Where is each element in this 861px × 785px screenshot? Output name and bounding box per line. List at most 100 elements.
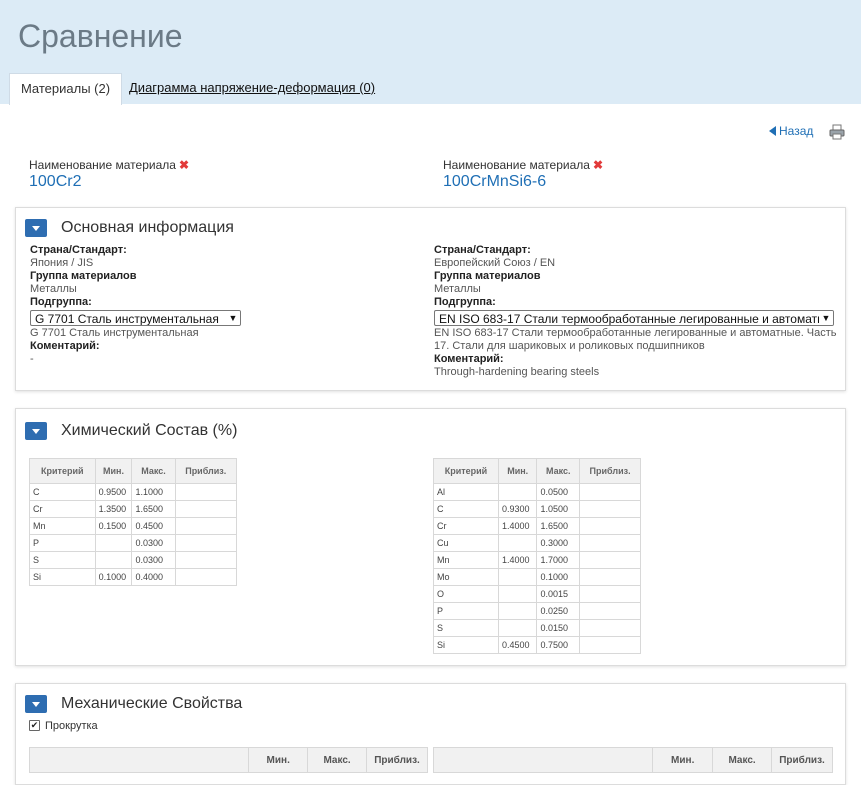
subgroup-value: EN ISO 683-17 Стали термообработанные ле…	[434, 327, 837, 339]
table-cell: 1.6500	[131, 500, 176, 518]
mech-table-2: Мин. Макс. Приблиз.	[432, 747, 833, 773]
table-row: Cu 0.3000	[433, 534, 641, 552]
print-icon[interactable]	[829, 124, 845, 140]
table-cell: 1.3500	[94, 500, 133, 518]
table-cell: 0.4500	[131, 517, 176, 535]
table-cell: Cr	[29, 500, 96, 518]
tab-materials[interactable]: Материалы (2)	[9, 73, 122, 105]
material-label-2: Наименование материала ✖	[443, 158, 603, 172]
table-cell: Si	[433, 636, 499, 654]
table-cell: 1.4000	[497, 517, 538, 535]
tab-diagram[interactable]: Диаграмма напряжение-деформация (0)	[129, 73, 375, 104]
table-cell: Al	[433, 483, 499, 501]
table-cell: 0.9500	[94, 483, 133, 501]
table-cell: 1.6500	[536, 517, 581, 535]
country-label: Страна/Стандарт:	[434, 244, 531, 256]
table-cell: 0.0300	[131, 551, 176, 569]
subgroup-value-cont: 17. Стали для шариковых и роликовых подш…	[434, 340, 705, 352]
table-cell: Si	[29, 568, 96, 586]
table-row: S 0.0150	[433, 619, 641, 637]
table-row: C 0.9500 1.1000	[29, 483, 237, 501]
col-header-approx: Приблиз.	[771, 747, 833, 773]
country-value: Европейский Союз / EN	[434, 257, 556, 269]
group-label: Группа материалов	[434, 270, 541, 282]
col-header-min: Мин.	[652, 747, 714, 773]
table-cell	[174, 483, 237, 501]
group-value: Металлы	[434, 283, 481, 295]
table-cell: Cu	[433, 534, 499, 552]
page-title: Сравнение	[18, 18, 183, 54]
table-cell	[94, 551, 133, 569]
table-cell: 0.9300	[497, 500, 538, 518]
table-cell: 0.4500	[497, 636, 538, 654]
collapse-chemical-icon[interactable]	[25, 422, 47, 440]
col-header-approx: Приблиз.	[366, 747, 428, 773]
group-label: Группа материалов	[30, 270, 137, 282]
col-header-criterion: Критерий	[433, 458, 499, 484]
table-row: Si 0.1000 0.4000	[29, 568, 237, 586]
remove-material-icon[interactable]: ✖	[179, 158, 189, 172]
col-header-max: Макс.	[131, 458, 176, 484]
col-header-max: Макс.	[712, 747, 773, 773]
table-cell: S	[433, 619, 499, 637]
table-row: Mn 1.4000 1.7000	[433, 551, 641, 569]
subgroup-select[interactable]: G 7701 Сталь инструментальная ▼	[30, 310, 241, 326]
table-cell	[579, 568, 641, 586]
table-cell: 0.0500	[536, 483, 581, 501]
col-header-blank	[28, 747, 250, 773]
subgroup-label: Подгруппа:	[434, 296, 496, 308]
table-cell	[497, 534, 538, 552]
group-value: Металлы	[30, 283, 77, 295]
table-cell: 0.1500	[94, 517, 133, 535]
collapse-basic-icon[interactable]	[25, 219, 47, 237]
collapse-mechanical-icon[interactable]	[25, 695, 47, 713]
subgroup-select[interactable]: EN ISO 683-17 Стали термообработанные ле…	[434, 310, 834, 326]
subgroup-selected: EN ISO 683-17 Стали термообработанные ле…	[439, 312, 834, 326]
table-cell	[94, 534, 133, 552]
table-cell: 1.7000	[536, 551, 581, 569]
table-cell: 0.1000	[94, 568, 133, 586]
table-cell	[497, 619, 538, 637]
table-cell: 1.0500	[536, 500, 581, 518]
table-cell	[579, 551, 641, 569]
table-cell	[579, 636, 641, 654]
scroll-checkbox[interactable]: ✔	[29, 720, 40, 731]
subgroup-value: G 7701 Сталь инструментальная	[30, 327, 199, 339]
country-value: Япония / JIS	[30, 257, 94, 269]
table-row: Cr 1.3500 1.6500	[29, 500, 237, 518]
table-cell	[174, 500, 237, 518]
section-title-mechanical: Механические Свойства	[61, 695, 243, 712]
back-label: Назад	[779, 124, 814, 138]
table-row: Mo 0.1000	[433, 568, 641, 586]
subgroup-label: Подгруппа:	[30, 296, 92, 308]
table-cell	[579, 602, 641, 620]
table-cell: 0.0300	[131, 534, 176, 552]
table-cell: Mn	[433, 551, 499, 569]
table-cell: 0.1000	[536, 568, 581, 586]
material-label-1: Наименование материала ✖	[29, 158, 189, 172]
table-cell: C	[29, 483, 96, 501]
back-link[interactable]: Назад	[769, 124, 813, 138]
chevron-down-icon: ▼	[226, 311, 240, 325]
table-cell	[497, 585, 538, 603]
table-cell: Mo	[433, 568, 499, 586]
material-name-2[interactable]: 100CrMnSi6-6	[443, 173, 546, 191]
remove-material-icon[interactable]: ✖	[593, 158, 603, 172]
material-name-1[interactable]: 100Cr2	[29, 173, 81, 191]
table-cell	[579, 534, 641, 552]
table-row: P 0.0300	[29, 534, 237, 552]
back-arrow-icon	[769, 126, 776, 136]
chem-table-1: Критерий Мин. Макс. Приблиз. C 0.9500 1.10…	[29, 458, 237, 586]
table-row: Al 0.0500	[433, 483, 641, 501]
table-cell	[579, 517, 641, 535]
table-cell: O	[433, 585, 499, 603]
table-cell: 0.0150	[536, 619, 581, 637]
table-cell	[174, 517, 237, 535]
table-row: Mn 0.1500 0.4500	[29, 517, 237, 535]
col-header-approx: Приблиз.	[174, 458, 237, 484]
table-cell: 0.3000	[536, 534, 581, 552]
col-header-min: Мин.	[497, 458, 538, 484]
material-label-text: Наименование материала	[443, 158, 590, 172]
table-cell	[174, 534, 237, 552]
table-cell	[174, 568, 237, 586]
